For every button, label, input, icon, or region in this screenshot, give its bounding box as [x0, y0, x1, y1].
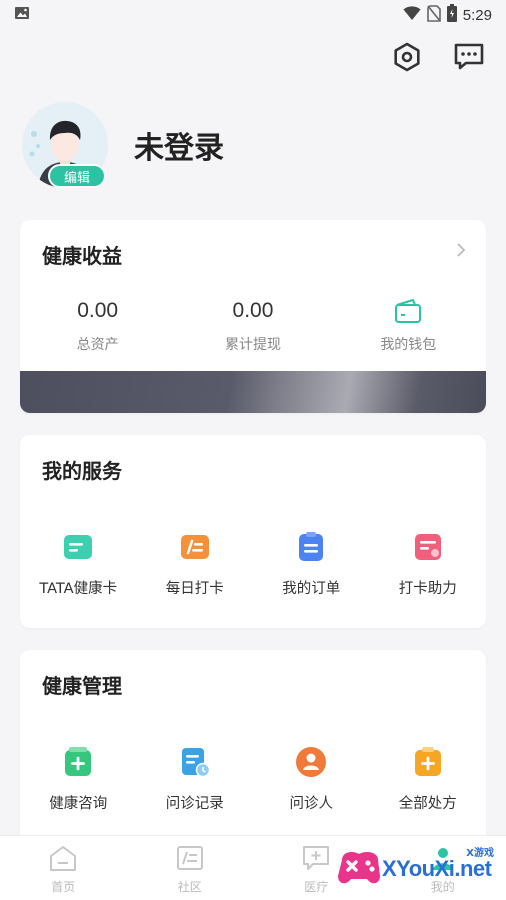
tab-label: 医疗 — [304, 880, 329, 894]
mgmt-health-consult[interactable]: 健康咨询 — [20, 746, 137, 813]
my-wallet-button[interactable]: 我的钱包 — [331, 298, 486, 354]
mgmt-label: 全部处方 — [398, 796, 457, 812]
earnings-card[interactable]: 健康收益 0.00 总资产 0.00 累计提现 我的钱包 — [20, 220, 486, 413]
mgmt-label: 问诊记录 — [165, 796, 224, 812]
medical-icon — [301, 844, 331, 875]
management-title: 健康管理 — [42, 674, 122, 698]
status-bar: 5:29 — [0, 0, 506, 30]
management-card: 健康管理 健康咨询 问诊记录 问诊人 全部处方 — [20, 650, 486, 850]
gallery-notification-icon — [14, 5, 30, 25]
management-grid: 健康咨询 问诊记录 问诊人 全部处方 — [20, 746, 486, 813]
wifi-icon — [403, 5, 421, 25]
consult-icon — [62, 746, 94, 778]
patient-icon — [295, 746, 327, 778]
home-icon — [48, 844, 78, 875]
tab-label: 首页 — [51, 880, 76, 894]
avatar[interactable]: 编辑 — [22, 102, 108, 188]
no-sim-icon — [426, 4, 441, 26]
service-tata-health-card[interactable]: TATA健康卡 — [20, 531, 137, 598]
settings-hexagon-icon — [391, 41, 423, 77]
service-daily-checkin[interactable]: 每日打卡 — [137, 531, 254, 598]
daily-checkin-icon — [179, 531, 211, 563]
mgmt-all-prescriptions[interactable]: 全部处方 — [370, 746, 487, 813]
health-card-icon — [62, 531, 94, 563]
watermark-text: XYouXi.net — [382, 856, 492, 881]
record-icon — [179, 746, 211, 778]
mgmt-label: 问诊人 — [289, 796, 334, 812]
top-actions — [390, 42, 486, 76]
profile-header: 编辑 未登录 — [22, 102, 224, 188]
tab-home[interactable]: 首页 — [0, 836, 127, 900]
earnings-banner — [20, 371, 486, 413]
total-withdrawn[interactable]: 0.00 累计提现 — [175, 298, 330, 354]
mgmt-label: 健康咨询 — [49, 796, 108, 812]
service-label: 打卡助力 — [398, 581, 457, 597]
my-wallet-label: 我的钱包 — [380, 337, 437, 353]
service-checkin-boost[interactable]: 打卡助力 — [370, 531, 487, 598]
settings-button[interactable] — [390, 42, 424, 76]
messages-button[interactable] — [452, 42, 486, 76]
service-label: TATA健康卡 — [39, 581, 118, 597]
battery-icon — [446, 4, 457, 26]
login-status[interactable]: 未登录 — [134, 123, 224, 167]
boost-icon — [412, 531, 444, 563]
chat-bubble-icon — [453, 42, 485, 76]
total-assets[interactable]: 0.00 总资产 — [20, 298, 175, 354]
earnings-title: 健康收益 — [42, 244, 122, 268]
chevron-right-icon[interactable] — [454, 242, 468, 257]
mgmt-patients[interactable]: 问诊人 — [253, 746, 370, 813]
order-icon — [295, 531, 327, 563]
service-label: 我的订单 — [282, 581, 341, 597]
earnings-stats: 0.00 总资产 0.00 累计提现 我的钱包 — [20, 298, 486, 354]
watermark: X游戏 XYouXi.net — [334, 842, 502, 892]
total-assets-label: 总资产 — [76, 337, 119, 353]
tab-label: 社区 — [177, 880, 202, 894]
community-icon — [175, 844, 205, 875]
service-my-orders[interactable]: 我的订单 — [253, 531, 370, 598]
prescription-icon — [412, 746, 444, 778]
total-withdrawn-label: 累计提现 — [224, 337, 281, 353]
services-card: 我的服务 TATA健康卡 每日打卡 我的订单 打卡助力 — [20, 435, 486, 628]
total-assets-value: 0.00 — [77, 299, 119, 322]
services-title: 我的服务 — [42, 459, 122, 483]
wallet-icon — [394, 298, 422, 324]
services-grid: TATA健康卡 每日打卡 我的订单 打卡助力 — [20, 531, 486, 598]
status-time: 5:29 — [462, 6, 492, 24]
total-withdrawn-value: 0.00 — [232, 299, 274, 322]
tab-community[interactable]: 社区 — [127, 836, 254, 900]
edit-profile-button[interactable]: 编辑 — [48, 164, 106, 188]
service-label: 每日打卡 — [165, 581, 224, 597]
mgmt-consult-records[interactable]: 问诊记录 — [137, 746, 254, 813]
